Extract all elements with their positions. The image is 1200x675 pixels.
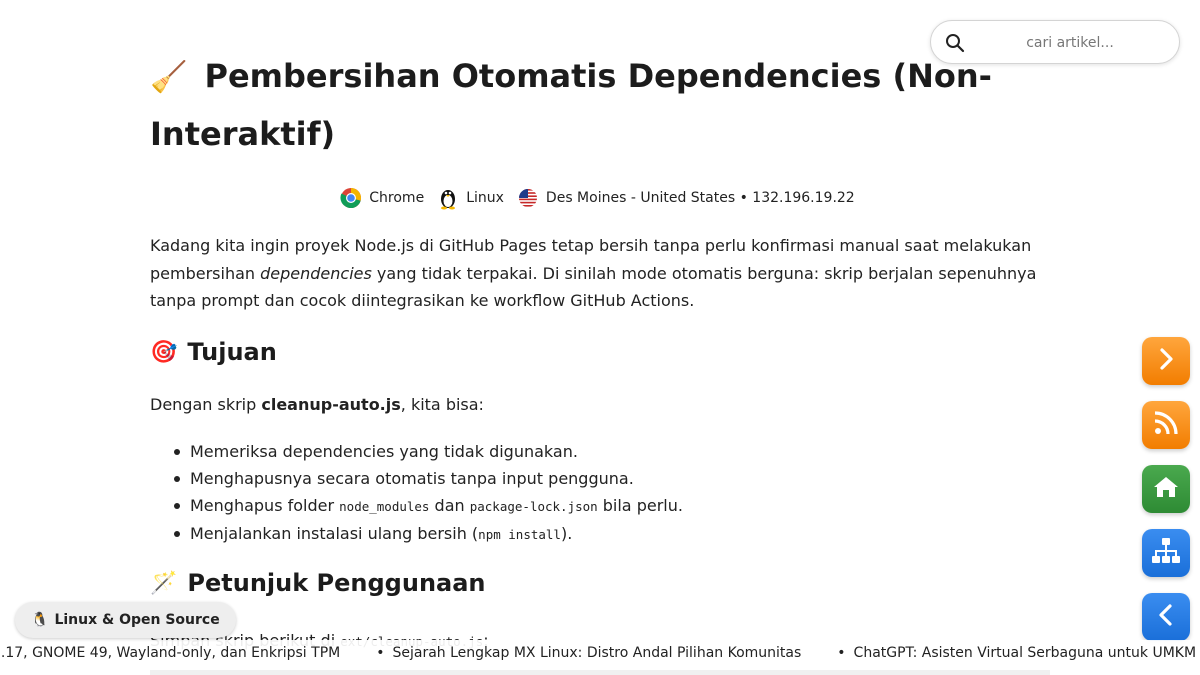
section-heading-text: Petunjuk Penggunaan	[187, 569, 486, 597]
home-button[interactable]	[1142, 465, 1190, 513]
lead-text-end: , kita bisa:	[400, 395, 484, 414]
ticker-item[interactable]: • Sejarah Lengkap MX Linux: Distro Andal …	[376, 645, 801, 661]
os-label: Linux	[466, 190, 504, 206]
list-item: Memeriksa dependencies yang tidak diguna…	[174, 438, 683, 465]
section-heading-tujuan: 🎯 Tujuan	[150, 338, 277, 366]
penguin-icon	[436, 186, 460, 210]
script-name: cleanup-auto.js	[261, 395, 401, 414]
inline-code: npm install	[478, 527, 561, 542]
inline-code: package-lock.json	[469, 499, 598, 514]
goals-list: Memeriksa dependencies yang tidak diguna…	[174, 438, 683, 548]
search-input[interactable]	[975, 29, 1165, 57]
category-pill[interactable]: 🐧 Linux & Open Source	[15, 602, 236, 638]
intro-paragraph: Kadang kita ingin proyek Node.js di GitH…	[150, 232, 1050, 315]
divider	[150, 670, 1050, 675]
search-icon[interactable]	[945, 33, 965, 53]
back-button[interactable]	[1142, 593, 1190, 641]
us-flag-icon	[516, 186, 540, 210]
page-title: 🧹 Pembersihan Otomatis Dependencies (Non…	[150, 48, 1010, 162]
title-text: Pembersihan Otomatis Dependencies (Non-I…	[150, 57, 992, 153]
bullet-icon: •	[376, 645, 385, 661]
article: 🧹 Pembersihan Otomatis Dependencies (Non…	[150, 48, 1050, 650]
browser-label: Chrome	[369, 190, 425, 206]
home-icon	[1152, 475, 1180, 503]
ticker-item[interactable]: 6.17, GNOME 49, Wayland-only, dan Enkrip…	[0, 645, 340, 661]
meta-browser: Chrome	[339, 186, 424, 210]
ticker-item-text[interactable]: Sejarah Lengkap MX Linux: Distro Andal P…	[393, 645, 802, 661]
list-item: Menghapus folder node_modules dan packag…	[174, 492, 683, 520]
section-heading-petunjuk: 🪄 Petunjuk Penggunaan	[150, 569, 486, 597]
location-label: Des Moines - United States • 132.196.19.…	[545, 190, 855, 206]
chrome-icon	[339, 186, 363, 210]
inline-code: node_modules	[339, 499, 430, 514]
intro-emphasis: dependencies	[260, 263, 372, 283]
next-button[interactable]	[1142, 337, 1190, 385]
list-item-text: Memeriksa dependencies yang tidak diguna…	[190, 442, 578, 461]
post-meta: Chrome Linux Des Moines - United States …	[150, 186, 1050, 210]
section-lead: Dengan skrip cleanup-auto.js, kita bisa:	[150, 395, 484, 414]
bullet-icon: •	[837, 645, 846, 661]
ticker-track: 6.17, GNOME 49, Wayland-only, dan Enkrip…	[0, 645, 1200, 661]
list-item: Menghapusnya secara otomatis tanpa input…	[174, 465, 683, 492]
lead-text: Dengan skrip	[150, 395, 262, 414]
rss-icon	[1153, 410, 1179, 440]
list-item-text: Menjalankan instalasi ulang bersih (	[190, 524, 479, 543]
list-item: Menjalankan instalasi ulang bersih (npm …	[174, 520, 683, 548]
broom-icon: 🧹	[150, 60, 188, 95]
category-label: Linux & Open Source	[54, 612, 220, 628]
sitemap-icon	[1151, 537, 1181, 569]
ticker-item-text[interactable]: 6.17, GNOME 49, Wayland-only, dan Enkrip…	[0, 645, 340, 661]
ticker-item[interactable]: • ChatGPT: Asisten Virtual Serbaguna untu…	[837, 645, 1200, 661]
list-item-text: Menghapusnya secara otomatis tanpa input…	[190, 469, 634, 488]
ticker-item-text[interactable]: ChatGPT: Asisten Virtual Serbaguna untuk…	[854, 645, 1200, 661]
meta-os: Linux	[436, 186, 504, 210]
search-box[interactable]	[930, 20, 1180, 64]
meta-location: Des Moines - United States • 132.196.19.…	[516, 186, 855, 210]
list-item-text: bila perlu.	[597, 496, 683, 515]
penguin-icon: 🐧	[31, 612, 49, 628]
magic-wand-icon: 🪄	[150, 570, 178, 596]
rss-button[interactable]	[1142, 401, 1190, 449]
list-item-text: ).	[560, 524, 573, 543]
target-icon: 🎯	[150, 339, 178, 365]
news-ticker: 6.17, GNOME 49, Wayland-only, dan Enkrip…	[0, 640, 1200, 668]
list-item-text: Menghapus folder	[190, 496, 340, 515]
sitemap-button[interactable]	[1142, 529, 1190, 577]
section-heading-text: Tujuan	[187, 338, 277, 366]
chevron-left-icon	[1154, 603, 1178, 631]
list-item-text: dan	[429, 496, 470, 515]
chevron-right-icon	[1154, 347, 1178, 375]
